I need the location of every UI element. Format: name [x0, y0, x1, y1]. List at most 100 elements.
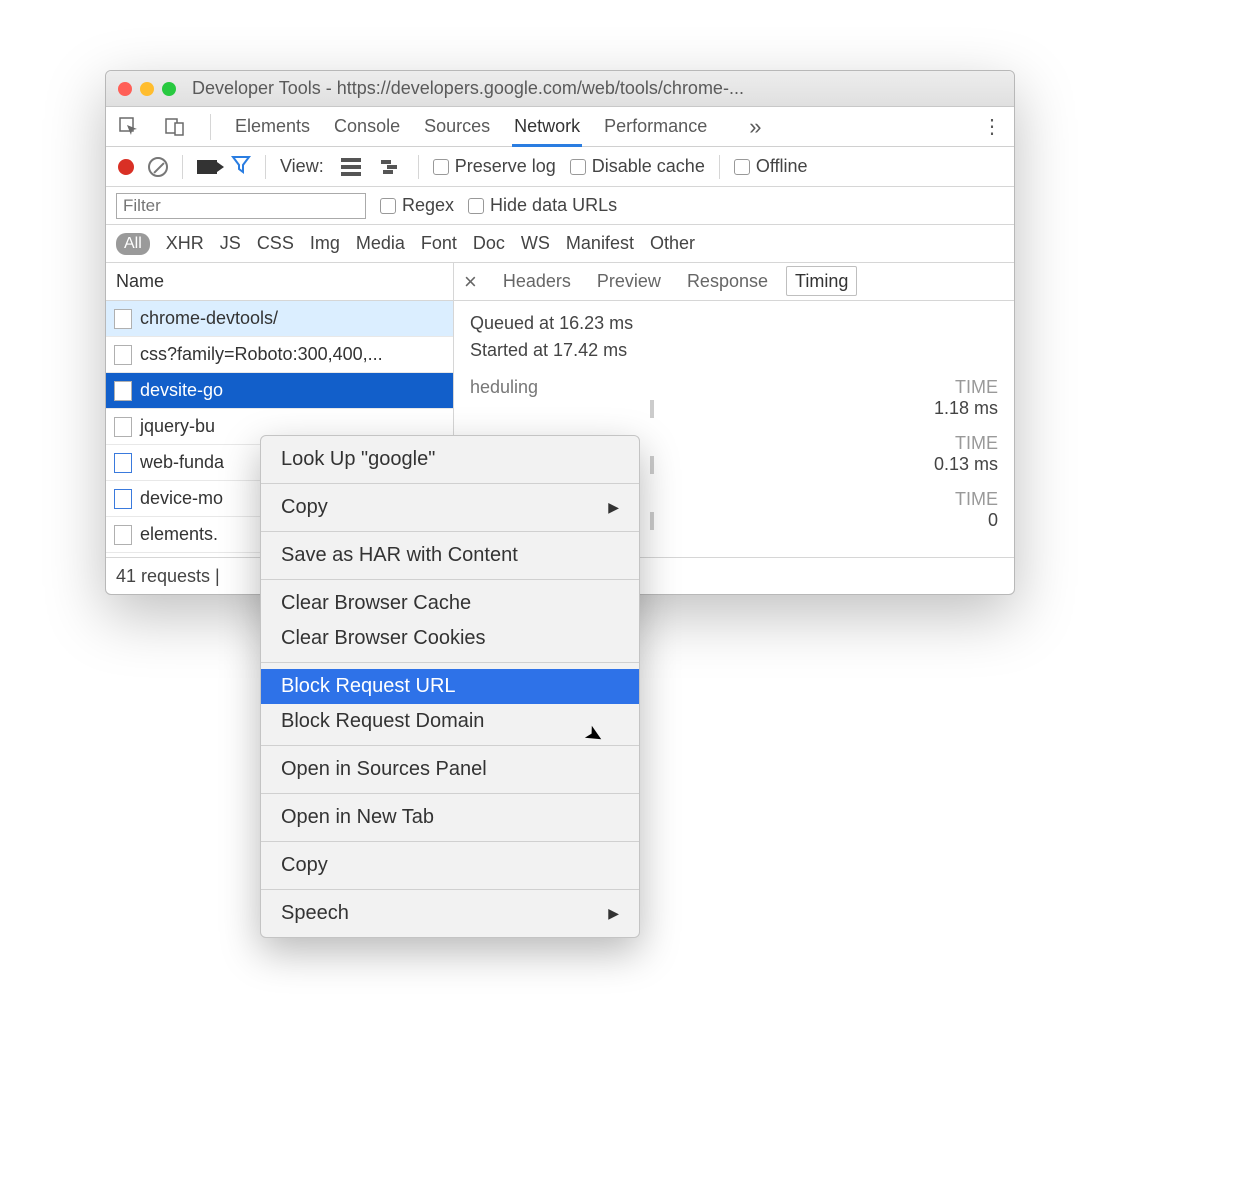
detail-tab-headers[interactable]: Headers	[495, 267, 579, 295]
timing-time-header: TIME	[955, 433, 998, 454]
context-menu-item[interactable]: Clear Browser Cookies	[261, 621, 639, 656]
file-icon	[114, 417, 132, 437]
request-row[interactable]: css?family=Roboto:300,400,...	[106, 337, 453, 373]
context-menu-item[interactable]: Look Up "google"	[261, 442, 639, 477]
request-name: elements.	[140, 524, 218, 545]
device-toggle-icon[interactable]	[162, 114, 188, 140]
menu-separator	[261, 531, 639, 532]
type-filter-img[interactable]: Img	[310, 233, 340, 254]
file-icon	[114, 489, 132, 509]
timing-time-header: TIME	[955, 377, 998, 398]
type-filter-media[interactable]: Media	[356, 233, 405, 254]
screenshot-icon[interactable]	[197, 160, 217, 174]
detail-tabs: × Headers Preview Response Timing	[454, 263, 1014, 301]
type-filter-xhr[interactable]: XHR	[166, 233, 204, 254]
detail-tab-response[interactable]: Response	[679, 267, 776, 295]
kebab-menu-icon[interactable]: ⋮	[982, 114, 1004, 139]
menu-separator	[261, 483, 639, 484]
tab-console[interactable]: Console	[332, 108, 402, 144]
context-menu-item[interactable]: Block Request Domain	[261, 704, 639, 739]
request-name: jquery-bu	[140, 416, 215, 437]
separator	[719, 155, 720, 179]
context-menu-item[interactable]: Open in Sources Panel	[261, 752, 639, 787]
preserve-log-checkbox[interactable]: Preserve log	[433, 156, 556, 177]
timing-section-label: heduling	[470, 377, 538, 398]
file-icon	[114, 309, 132, 329]
type-filter-doc[interactable]: Doc	[473, 233, 505, 254]
context-menu-item[interactable]: Open in New Tab	[261, 800, 639, 835]
large-rows-icon[interactable]	[338, 154, 364, 180]
menu-separator	[261, 745, 639, 746]
disable-cache-checkbox[interactable]: Disable cache	[570, 156, 705, 177]
overview-icon[interactable]	[378, 154, 404, 180]
devtools-tabbar: Elements Console Sources Network Performance…	[106, 107, 1014, 147]
tab-network[interactable]: Network	[512, 108, 582, 147]
tab-elements[interactable]: Elements	[233, 108, 312, 144]
context-menu-item[interactable]: Block Request URL	[261, 669, 639, 704]
zoom-traffic-light[interactable]	[162, 82, 176, 96]
menu-separator	[261, 662, 639, 663]
submenu-arrow-icon: ▶	[608, 499, 619, 516]
queued-label: Queued at 16.23 ms	[470, 313, 998, 334]
type-filter-ws[interactable]: WS	[521, 233, 550, 254]
context-menu: Look Up "google"Copy▶Save as HAR with Co…	[260, 435, 640, 938]
filter-icon[interactable]	[231, 154, 251, 179]
separator	[418, 155, 419, 179]
menu-separator	[261, 889, 639, 890]
timing-value: 0	[988, 510, 998, 531]
type-filter-bar: All XHR JS CSS Img Media Font Doc WS Manifest Othe…	[106, 225, 1014, 263]
regex-checkbox[interactable]: Regex	[380, 195, 454, 216]
tab-sources[interactable]: Sources	[422, 108, 492, 144]
record-icon[interactable]	[118, 159, 134, 175]
hide-data-urls-checkbox[interactable]: Hide data URLs	[468, 195, 617, 216]
type-filter-css[interactable]: CSS	[257, 233, 294, 254]
more-tabs-icon[interactable]: »	[749, 114, 761, 140]
request-row[interactable]: chrome-devtools/	[106, 301, 453, 337]
close-detail-icon[interactable]: ×	[464, 269, 477, 295]
clear-icon[interactable]	[148, 157, 168, 177]
window-title: Developer Tools - https://developers.goo…	[192, 78, 744, 99]
requests-header[interactable]: Name	[106, 263, 453, 301]
separator	[265, 155, 266, 179]
offline-checkbox[interactable]: Offline	[734, 156, 808, 177]
minimize-traffic-light[interactable]	[140, 82, 154, 96]
type-filter-font[interactable]: Font	[421, 233, 457, 254]
request-name: css?family=Roboto:300,400,...	[140, 344, 383, 365]
tab-performance[interactable]: Performance	[602, 108, 709, 144]
request-row[interactable]: devsite-go	[106, 373, 453, 409]
context-menu-item[interactable]: Copy▶	[261, 490, 639, 525]
timing-value: 0.13 ms	[934, 454, 998, 475]
timing-bar	[650, 512, 654, 530]
menu-separator	[261, 793, 639, 794]
submenu-arrow-icon: ▶	[608, 905, 619, 922]
file-icon	[114, 381, 132, 401]
detail-tab-timing[interactable]: Timing	[786, 266, 857, 296]
context-menu-item[interactable]: Speech▶	[261, 896, 639, 931]
menu-separator	[261, 841, 639, 842]
context-menu-item[interactable]: Copy	[261, 848, 639, 883]
type-filter-js[interactable]: JS	[220, 233, 241, 254]
context-menu-item[interactable]: Save as HAR with Content	[261, 538, 639, 573]
context-menu-item[interactable]: Clear Browser Cache	[261, 586, 639, 621]
network-toolbar: View: Preserve log Disable cache Offline	[106, 147, 1014, 187]
timing-time-header: TIME	[955, 489, 998, 510]
type-filter-manifest[interactable]: Manifest	[566, 233, 634, 254]
request-name: device-mo	[140, 488, 223, 509]
separator	[182, 155, 183, 179]
request-name: web-funda	[140, 452, 224, 473]
file-icon	[114, 345, 132, 365]
request-name: devsite-go	[140, 380, 223, 401]
detail-tab-preview[interactable]: Preview	[589, 267, 669, 295]
file-icon	[114, 453, 132, 473]
view-label: View:	[280, 156, 324, 177]
timing-value: 1.18 ms	[934, 398, 998, 419]
type-filter-all[interactable]: All	[116, 233, 150, 255]
type-filter-other[interactable]: Other	[650, 233, 695, 254]
titlebar[interactable]: Developer Tools - https://developers.goo…	[106, 71, 1014, 107]
filter-input[interactable]	[116, 193, 366, 219]
filter-bar: Regex Hide data URLs	[106, 187, 1014, 225]
close-traffic-light[interactable]	[118, 82, 132, 96]
timing-bar	[650, 400, 654, 418]
menu-separator	[261, 579, 639, 580]
inspect-icon[interactable]	[116, 114, 142, 140]
